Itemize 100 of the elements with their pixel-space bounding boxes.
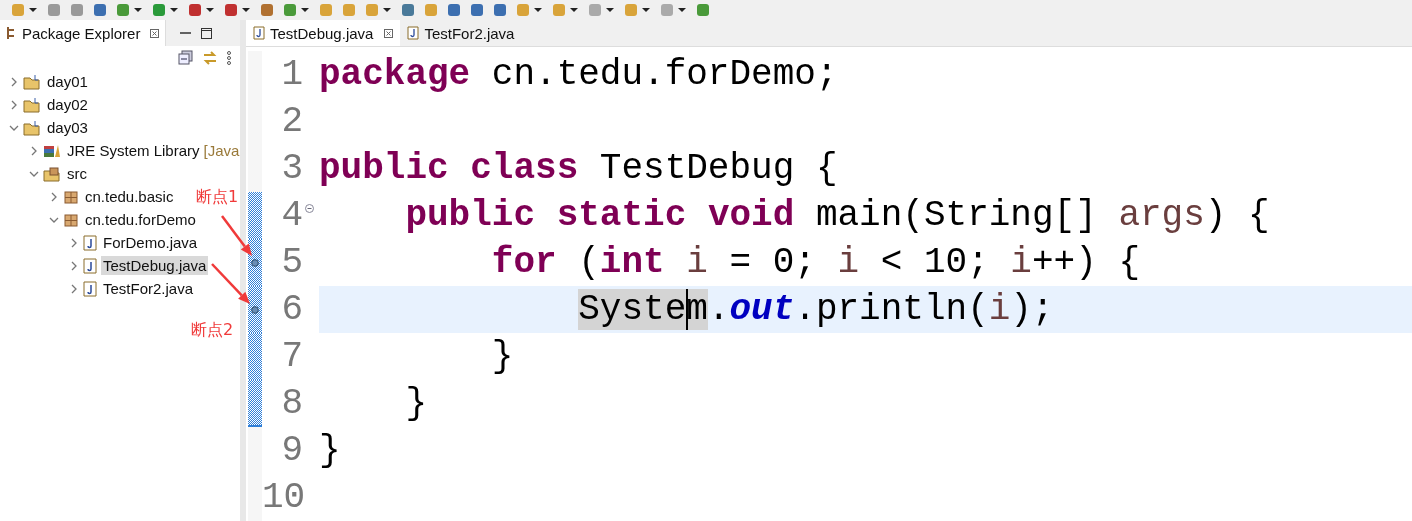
tree-item[interactable]: day01 <box>45 72 90 91</box>
tool-icon <box>223 2 239 18</box>
toolbar-button[interactable] <box>469 1 485 19</box>
tool-icon <box>69 2 85 18</box>
toolbar-button[interactable] <box>223 1 239 19</box>
line-number: 8 <box>280 382 303 426</box>
tool-icon <box>318 2 334 18</box>
chevron-right-icon <box>69 237 79 248</box>
close-icon[interactable] <box>384 28 394 38</box>
caret-icon <box>29 7 37 13</box>
tool-icon <box>695 2 711 18</box>
line-number: 10 <box>262 476 303 520</box>
folder-icon <box>23 96 41 113</box>
code-line: package cn.tedu.forDemo; <box>319 54 838 95</box>
tool-icon <box>623 2 639 18</box>
caret-icon <box>170 7 178 13</box>
tool-icon <box>587 2 603 18</box>
caret-icon <box>534 7 542 13</box>
tree-item[interactable]: src <box>65 164 89 183</box>
caret-icon <box>301 7 309 13</box>
tree-item[interactable]: cn.tedu.basic <box>83 187 176 206</box>
maximize-icon <box>201 27 213 39</box>
view-menu-icon <box>226 50 232 66</box>
tree-item[interactable]: TestDebug.java <box>101 256 209 275</box>
editor-tab[interactable]: TestDebug.java <box>246 20 401 46</box>
editor-tab[interactable]: TestFor2.java <box>400 20 522 46</box>
tree-item[interactable]: JRE System Library <box>65 141 202 160</box>
tool-icon <box>446 2 462 18</box>
tool-icon <box>659 2 675 18</box>
package-icon <box>63 211 79 228</box>
tool-icon <box>551 2 567 18</box>
link-icon <box>202 50 218 66</box>
code-line: for (int i = 0; i < 10; i++) { <box>490 242 1140 283</box>
line-number: 4 <box>280 194 303 238</box>
tool-icon <box>259 2 275 18</box>
caret-icon <box>606 7 614 13</box>
code-line: } <box>490 336 514 377</box>
tree-item[interactable]: cn.tedu.forDemo <box>83 210 198 229</box>
chevron-right-icon <box>29 145 39 156</box>
folder-icon <box>23 119 41 136</box>
tree-item[interactable]: ForDemo.java <box>101 233 200 252</box>
tool-icon <box>364 2 380 18</box>
chevron-right-icon <box>69 283 79 294</box>
tree-item-decoration: [Java <box>203 142 240 159</box>
toolbar-button[interactable] <box>695 1 711 19</box>
package-folder-icon <box>43 165 61 182</box>
code-line: public static void main(String[] args) { <box>404 195 1270 236</box>
tree-item[interactable]: day02 <box>45 95 90 114</box>
toolbar-button[interactable] <box>187 1 203 19</box>
line-number: 9 <box>280 429 303 473</box>
chevron-right-icon <box>9 76 19 87</box>
caret-icon <box>134 7 142 13</box>
tool-icon <box>492 2 508 18</box>
close-icon[interactable] <box>150 28 160 38</box>
tree-item[interactable]: TestFor2.java <box>101 279 196 298</box>
java-file-icon <box>407 26 420 40</box>
tool-icon <box>282 2 298 18</box>
breakpoint-icon[interactable] <box>251 305 259 314</box>
line-number: 1 <box>280 53 303 97</box>
java-file-icon <box>83 257 97 274</box>
caret-icon <box>678 7 686 13</box>
code-line: public class TestDebug { <box>319 148 838 189</box>
caret-icon <box>642 7 650 13</box>
arrow <box>221 215 252 256</box>
chevron-right-icon <box>49 191 59 202</box>
toolbar-button[interactable] <box>446 1 462 19</box>
chevron-right-icon <box>69 260 79 271</box>
toolbar-button[interactable] <box>92 1 108 19</box>
caret-icon <box>570 7 578 13</box>
minimize-icon <box>180 32 192 34</box>
line-number: 3 <box>280 147 303 191</box>
toolbar-button[interactable] <box>46 1 62 19</box>
code-line: System.out.println(i); <box>577 289 1054 330</box>
caret-icon <box>242 7 250 13</box>
tool-icon <box>92 2 108 18</box>
tool-icon <box>46 2 62 18</box>
tool-icon <box>10 2 26 18</box>
annotation-label: 断点2 <box>190 320 235 341</box>
tool-icon <box>151 2 167 18</box>
toolbar-button[interactable] <box>400 1 416 19</box>
fold-icon <box>304 204 314 213</box>
line-number: 5 <box>280 241 303 285</box>
tool-icon <box>400 2 416 18</box>
tree-item[interactable]: day03 <box>45 118 90 137</box>
line-number: 2 <box>280 100 303 144</box>
toolbar-button[interactable] <box>259 1 275 19</box>
line-number: 7 <box>280 335 303 379</box>
folder-icon <box>23 73 41 90</box>
java-file-icon <box>83 234 97 251</box>
breakpoint-icon[interactable] <box>251 258 259 267</box>
toolbar-button[interactable] <box>69 1 85 19</box>
code-line: } <box>319 430 341 471</box>
tool-icon <box>341 2 357 18</box>
tool-icon <box>115 2 131 18</box>
caret-icon <box>206 7 214 13</box>
tool-icon <box>187 2 203 18</box>
chevron-right-icon <box>9 99 19 110</box>
code-line: } <box>404 383 428 424</box>
toolbar-button[interactable] <box>492 1 508 19</box>
line-number: 6 <box>280 288 303 332</box>
